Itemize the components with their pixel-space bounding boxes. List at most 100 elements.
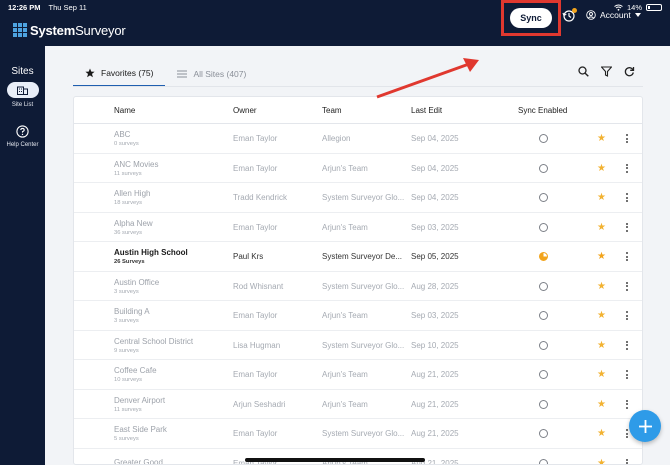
team-cell: System Surveyor Glo... (322, 281, 405, 291)
column-header-sync-enabled[interactable]: Sync Enabled (518, 106, 567, 115)
row-menu-button[interactable] (626, 360, 628, 390)
table-row[interactable]: ANC Movies 11 surveys Eman Taylor Arjun's T… (74, 154, 642, 184)
sync-toggle[interactable] (539, 183, 548, 213)
more-vertical-icon (626, 370, 628, 380)
add-site-button[interactable] (629, 410, 661, 442)
last-edit-cell: Aug 21, 2025 (411, 429, 459, 439)
sync-toggle[interactable] (539, 124, 548, 154)
table-row[interactable]: Building A3 surveys Eman Taylor Arjun's Te… (74, 301, 642, 331)
favorite-toggle[interactable]: ★ (597, 390, 606, 420)
favorite-toggle[interactable]: ★ (597, 183, 606, 213)
favorite-toggle[interactable]: ★ (597, 242, 606, 272)
table-row[interactable]: ABC 0 surveys Eman Taylor Allegion Sep 04, 2… (74, 124, 642, 154)
column-header-last-edit[interactable]: Last Edit (411, 106, 442, 115)
favorite-toggle[interactable]: ★ (597, 124, 606, 154)
favorite-toggle[interactable]: ★ (597, 213, 606, 243)
sidebar-item-help-center[interactable]: Help Center (6, 113, 39, 148)
more-vertical-icon (626, 311, 628, 321)
site-name: ABC (114, 130, 131, 140)
favorite-toggle[interactable]: ★ (597, 449, 606, 465)
table-row[interactable]: Austin Office 3 surveys Rod Whisnant System… (74, 272, 642, 302)
favorite-toggle[interactable]: ★ (597, 272, 606, 302)
team-cell: System Surveyor Glo... (322, 429, 405, 439)
more-vertical-icon (626, 399, 628, 409)
column-header-owner[interactable]: Owner (233, 106, 257, 115)
row-menu-button[interactable] (626, 301, 628, 331)
filter-icon[interactable] (601, 66, 612, 77)
sync-toggle[interactable] (539, 449, 548, 464)
star-filled-icon: ★ (597, 457, 606, 465)
last-edit-cell: Sep 10, 2025 (411, 340, 459, 350)
sidebar-item-site-list[interactable]: Site List (6, 82, 39, 108)
tab-favorites[interactable]: Favorites (75) (73, 60, 166, 87)
status-time: 12:26 PM (8, 2, 41, 12)
sync-disabled-icon (539, 340, 548, 350)
table-body: ABC 0 surveys Eman Taylor Allegion Sep 04, 2… (74, 124, 642, 465)
table-row[interactable]: Central School District 9 surveys Lisa Hug… (74, 331, 642, 361)
sync-toggle[interactable] (539, 213, 548, 243)
survey-count: 10 surveys (114, 377, 143, 384)
sidebar-active-pill (6, 82, 39, 98)
favorite-toggle[interactable]: ★ (597, 419, 606, 449)
sync-highlight-box: Sync (501, 0, 561, 36)
sync-disabled-icon (539, 458, 548, 464)
sync-toggle[interactable] (539, 360, 548, 390)
last-edit-cell: Aug 21, 2025 (411, 458, 459, 465)
sync-toggle[interactable] (539, 301, 548, 331)
sync-toggle[interactable] (539, 390, 548, 420)
sidebar-item-label: Help Center (6, 142, 39, 148)
row-menu-button[interactable] (626, 183, 628, 213)
row-menu-button[interactable] (626, 390, 628, 420)
table-row[interactable]: Coffee Cafe 10 surveys Eman Taylor Arjun's … (74, 360, 642, 390)
row-menu-button[interactable] (626, 154, 628, 184)
row-menu-button[interactable] (626, 449, 628, 464)
app-logo: SystemSurveyor (13, 23, 126, 38)
star-filled-icon: ★ (597, 398, 606, 410)
table-row[interactable]: Denver Airport 11 surveys Arjun Seshadri Ar… (74, 390, 642, 420)
row-menu-button[interactable] (626, 272, 628, 302)
table-row[interactable]: Austin High School 26 Surveys Paul Krs Syst… (74, 242, 642, 272)
column-header-name[interactable]: Name (114, 106, 135, 115)
refresh-icon[interactable] (624, 66, 635, 77)
sync-toggle[interactable] (539, 154, 548, 184)
row-menu-button[interactable] (626, 419, 628, 449)
row-menu-button[interactable] (626, 213, 628, 243)
row-menu-button[interactable] (626, 331, 628, 361)
table-row[interactable]: East Side Park 5 surveys Eman Taylor System… (74, 419, 642, 449)
site-name-cell: Building A3 surveys (114, 301, 150, 331)
site-name: ANC Movies (114, 159, 159, 169)
sync-toggle[interactable] (539, 242, 548, 272)
search-icon[interactable] (578, 66, 589, 77)
last-edit-cell: Sep 03, 2025 (411, 222, 459, 232)
row-menu-button[interactable] (626, 124, 628, 154)
tab-all-sites[interactable]: All Sites (407) (165, 60, 258, 87)
site-name: Austin High School (114, 248, 188, 258)
column-header-team[interactable]: Team (322, 106, 342, 115)
more-vertical-icon (626, 134, 628, 144)
sync-button[interactable]: Sync (510, 8, 552, 28)
sync-progress-icon (539, 252, 548, 262)
favorite-toggle[interactable]: ★ (597, 301, 606, 331)
sync-toggle[interactable] (539, 331, 548, 361)
sync-toggle[interactable] (539, 419, 548, 449)
table-row[interactable]: Allen High 18 surveys Tradd Kendrick System… (74, 183, 642, 213)
star-filled-icon: ★ (597, 133, 606, 145)
list-icon (177, 70, 188, 77)
sync-toggle[interactable] (539, 272, 548, 302)
favorite-toggle[interactable]: ★ (597, 154, 606, 184)
survey-count: 3 surveys (114, 318, 139, 325)
account-menu[interactable]: Account (586, 10, 641, 20)
survey-count: 18 surveys (114, 200, 143, 207)
sidebar-item-label: Site List (11, 102, 34, 108)
site-name-cell: Austin High School 26 Surveys (114, 242, 188, 272)
more-vertical-icon (626, 163, 628, 173)
favorite-toggle[interactable]: ★ (597, 331, 606, 361)
last-edit-cell: Sep 04, 2025 (411, 163, 459, 173)
more-vertical-icon (626, 252, 628, 262)
table-row[interactable]: Alpha New 36 surveys Eman Taylor Arjun's Te… (74, 213, 642, 243)
survey-count: 5 surveys (114, 436, 139, 443)
favorite-toggle[interactable]: ★ (597, 360, 606, 390)
site-name-cell: Denver Airport 11 surveys (114, 390, 165, 420)
table-row[interactable]: Greater Good Eman Taylor Arjun's Team Aug 2… (74, 449, 642, 465)
row-menu-button[interactable] (626, 242, 628, 272)
